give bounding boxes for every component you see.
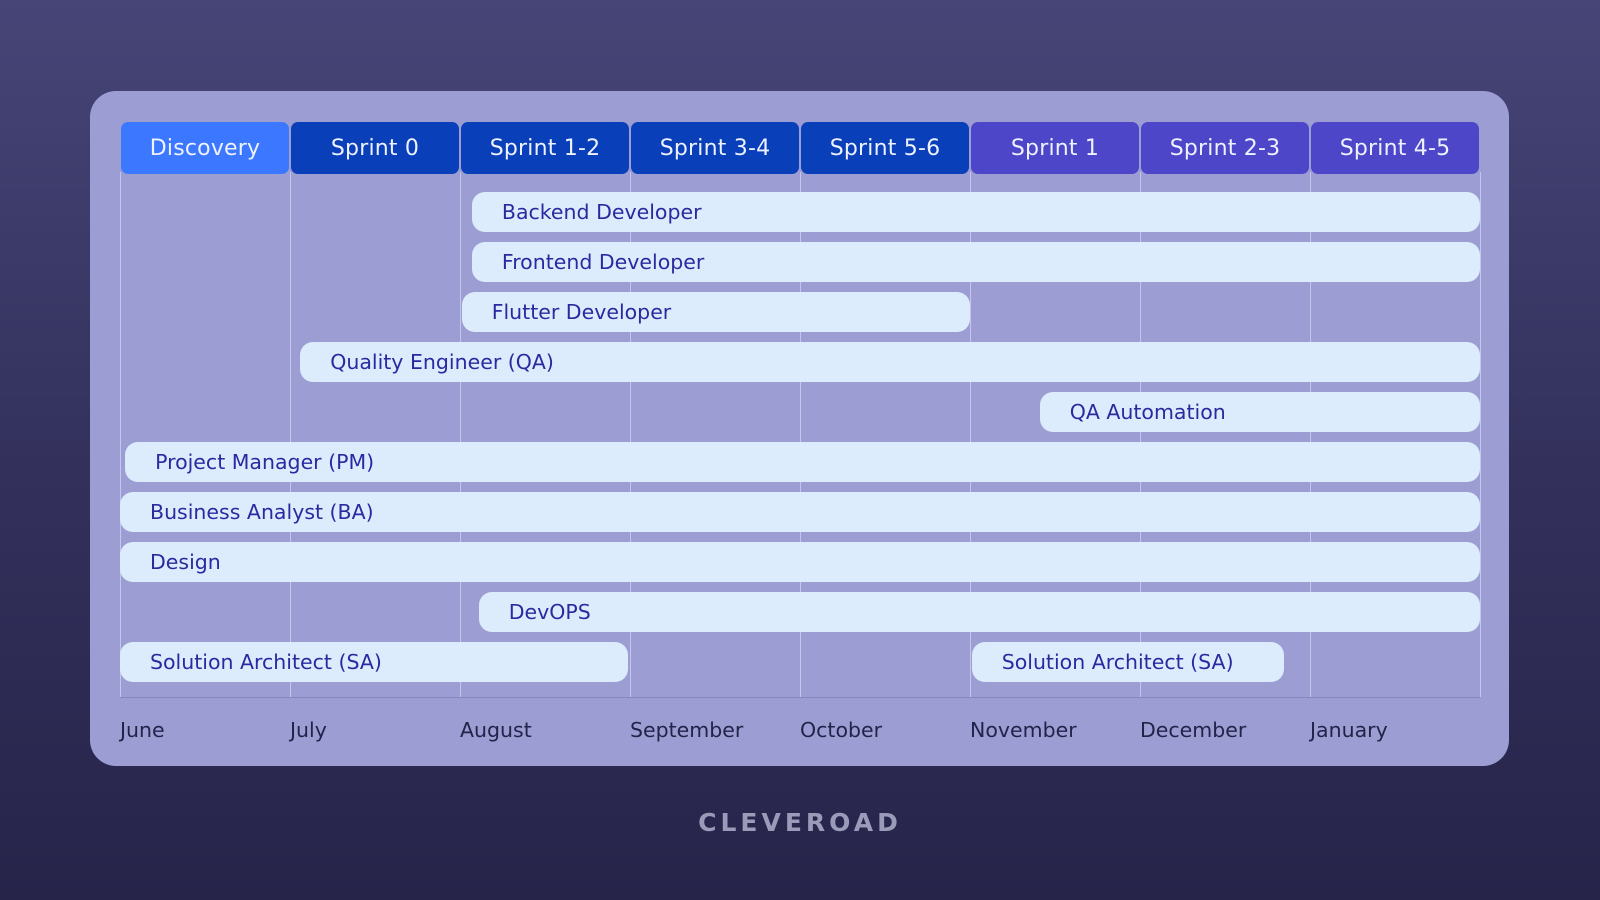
month-label: June	[120, 718, 165, 742]
task-bar: Flutter Developer	[461, 292, 970, 332]
task-bar: Business Analyst (BA)	[120, 492, 1480, 532]
task-bar: Frontend Developer	[471, 242, 1480, 282]
sprint-header-cell: Sprint 1	[971, 122, 1139, 174]
sprint-header-cell: Sprint 3-4	[631, 122, 799, 174]
sprint-header-cell: Discovery	[121, 122, 289, 174]
gridline	[290, 172, 291, 697]
month-label: October	[800, 718, 883, 742]
month-label: December	[1140, 718, 1247, 742]
task-bar: Project Manager (PM)	[125, 442, 1480, 482]
sprint-header-cell: Sprint 5-6	[801, 122, 969, 174]
gridline	[120, 172, 121, 697]
sprint-header-cell: Sprint 0	[291, 122, 459, 174]
cleveroad-logo: CLEVEROAD	[698, 808, 902, 837]
gridline	[1480, 172, 1481, 697]
month-label: September	[630, 718, 744, 742]
month-label: July	[290, 718, 327, 742]
task-bar: Backend Developer	[471, 192, 1480, 232]
sprint-header-cell: Sprint 1-2	[461, 122, 629, 174]
x-axis-line	[120, 697, 1480, 698]
task-bar: QA Automation	[1039, 392, 1480, 432]
month-label: January	[1310, 718, 1388, 742]
task-bar: Quality Engineer (QA)	[300, 342, 1480, 382]
gantt-chart: Discovery Sprint 0 Sprint 1-2 Sprint 3-4 Spr…	[120, 122, 1481, 747]
task-bar: Design	[120, 542, 1480, 582]
task-bar: Solution Architect (SA)	[120, 642, 629, 682]
sprint-header-cell: Sprint 2-3	[1141, 122, 1309, 174]
month-label: August	[460, 718, 532, 742]
task-bar: DevOPS	[478, 592, 1480, 632]
task-bar: Solution Architect (SA)	[971, 642, 1285, 682]
gridline	[460, 172, 461, 697]
sprint-header-cell: Sprint 4-5	[1311, 122, 1479, 174]
month-label: November	[970, 718, 1077, 742]
